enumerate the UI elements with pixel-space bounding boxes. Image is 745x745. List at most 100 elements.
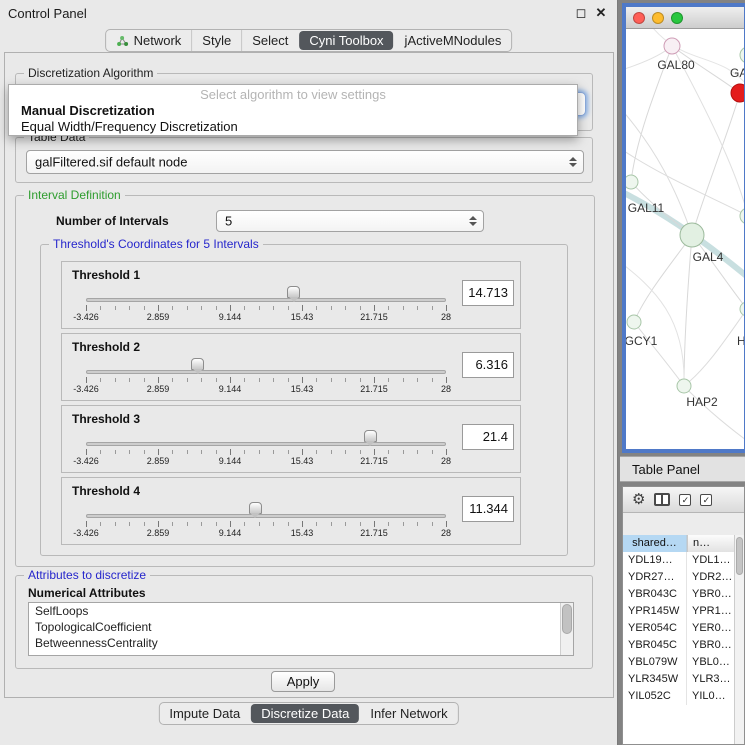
slider-tick <box>100 306 101 310</box>
table-row[interactable]: YBR043CYBR0… <box>623 586 734 603</box>
tab-style[interactable]: Style <box>191 30 241 51</box>
minimize-traffic-light-icon[interactable] <box>652 12 664 24</box>
slider-track[interactable] <box>86 514 446 518</box>
table-row[interactable]: YDR27…YDR2… <box>623 569 734 586</box>
attribute-item-topologicalcoefficient[interactable]: TopologicalCoefficient <box>29 619 559 635</box>
table-columns-icon[interactable] <box>654 493 670 506</box>
checkbox-icon[interactable]: ✓ <box>679 494 691 506</box>
tab-network[interactable]: Network <box>106 30 192 51</box>
attributes-list[interactable]: SelfLoopsTopologicalCoefficientBetweenne… <box>28 602 574 656</box>
network-node-gal11[interactable] <box>626 175 638 189</box>
network-edge[interactable] <box>634 235 692 322</box>
slider-track[interactable] <box>86 370 446 374</box>
slider-tick <box>230 449 231 455</box>
threshold-value-field[interactable]: 11.344 <box>462 496 514 522</box>
network-node-hap2[interactable] <box>677 379 691 393</box>
network-node[interactable] <box>740 208 744 224</box>
cell-shared-name: YBR045C <box>623 637 687 654</box>
gear-icon[interactable]: ⚙ <box>632 492 645 507</box>
network-node-gal4[interactable] <box>680 223 704 247</box>
algorithm-option-equal-width-frequency-discretization[interactable]: Equal Width/Frequency Discretization <box>9 118 577 134</box>
control-panel-titlebar[interactable]: Control Panel ◻ ✕ <box>0 0 617 26</box>
threshold-value-field[interactable]: 14.713 <box>462 280 514 306</box>
slider-tick-label: -3.426 <box>73 456 99 466</box>
list-scrollbar[interactable] <box>560 603 573 655</box>
slider-tick <box>403 522 404 526</box>
list-scrollbar-thumb[interactable] <box>562 604 572 634</box>
network-node[interactable] <box>740 302 744 316</box>
table-row[interactable]: YBR045CYBR0… <box>623 637 734 654</box>
slider-thumb[interactable] <box>287 286 300 298</box>
zoom-traffic-light-icon[interactable] <box>671 12 683 24</box>
tab-discretize-data[interactable]: Discretize Data <box>251 704 359 723</box>
slider-tick-label: 15.43 <box>291 384 314 394</box>
apply-button[interactable]: Apply <box>271 671 335 692</box>
table-row[interactable]: YIL052CYIL0… <box>623 688 734 705</box>
network-node-ga[interactable] <box>740 47 744 63</box>
window-title: Control Panel <box>8 6 87 21</box>
tab-label: Style <box>202 33 231 48</box>
table-row[interactable]: YER054CYER0… <box>623 620 734 637</box>
table-row[interactable]: YPR145WYPR1… <box>623 603 734 620</box>
table-row[interactable]: YBL079WYBL0… <box>623 654 734 671</box>
table-scrollbar[interactable] <box>734 535 744 744</box>
table-row[interactable]: YDL19…YDL1… <box>623 552 734 569</box>
network-canvas[interactable]: GAL80GAGAL11GAL4GCY1HHAP2 <box>626 29 744 449</box>
slider-tick <box>273 306 274 310</box>
table-data-group: Table Data galFiltered.sif default node <box>15 137 593 183</box>
network-node-gcy1[interactable] <box>627 315 641 329</box>
algorithm-option-manual-discretization[interactable]: Manual Discretization <box>9 102 577 118</box>
tab-impute-data[interactable]: Impute Data <box>159 703 250 724</box>
cell-name: YBR0… <box>687 637 734 654</box>
network-edge[interactable] <box>684 235 692 386</box>
threshold-value-field[interactable]: 21.4 <box>462 424 514 450</box>
attribute-item-selfloops[interactable]: SelfLoops <box>29 603 559 619</box>
tab-select[interactable]: Select <box>241 30 298 51</box>
threshold-value-field[interactable]: 6.316 <box>462 352 514 378</box>
slider-tick <box>316 306 317 310</box>
slider-tick <box>230 377 231 383</box>
tab-cyni-toolbox[interactable]: Cyni Toolbox <box>299 31 393 50</box>
number-of-intervals-value: 5 <box>225 214 232 229</box>
close-traffic-light-icon[interactable] <box>633 12 645 24</box>
slider-track[interactable] <box>86 298 446 302</box>
number-of-intervals-spinner[interactable]: 5 <box>216 210 484 232</box>
slider-tick-label: 9.144 <box>219 528 242 538</box>
slider-tick <box>100 522 101 526</box>
float-window-icon[interactable]: ◻ <box>573 5 589 21</box>
slider-tick <box>273 522 274 526</box>
table-data-combo[interactable]: galFiltered.sif default node <box>26 150 584 174</box>
slider-tick <box>86 305 87 311</box>
interval-definition-group-title: Interval Definition <box>24 188 125 202</box>
slider-thumb[interactable] <box>191 358 204 370</box>
network-edge[interactable] <box>684 309 744 386</box>
table-scrollbar-thumb[interactable] <box>736 537 743 575</box>
slider-tick <box>331 450 332 454</box>
thresholds-group: Threshold's Coordinates for 5 Intervals … <box>40 244 568 556</box>
slider-tick <box>302 305 303 311</box>
slider-tick <box>172 450 173 454</box>
tab-jactivemnodules[interactable]: jActiveMNodules <box>395 30 512 51</box>
cell-shared-name: YBR043C <box>623 586 687 603</box>
slider-tick <box>316 522 317 526</box>
network-edge[interactable] <box>692 235 744 309</box>
close-window-icon[interactable]: ✕ <box>593 5 609 21</box>
attribute-item-betweennesscentrality[interactable]: BetweennessCentrality <box>29 635 559 651</box>
attributes-group: Attributes to discretize Numerical Attri… <box>15 575 593 669</box>
control-panel-window: Control Panel ◻ ✕ Network Style SelectCyni… <box>0 0 618 745</box>
column-header-shared-name[interactable]: shared… <box>623 535 687 552</box>
network-node[interactable] <box>731 84 744 102</box>
network-titlebar[interactable] <box>626 7 744 29</box>
slider-tick <box>403 306 404 310</box>
table-row[interactable]: YLR345WYLR3… <box>623 671 734 688</box>
slider-tick-label: 9.144 <box>219 456 242 466</box>
slider-tick <box>360 378 361 382</box>
slider-tick <box>216 450 217 454</box>
network-node-gal80[interactable] <box>664 38 680 54</box>
checkbox-icon[interactable]: ✓ <box>700 494 712 506</box>
slider-track[interactable] <box>86 442 446 446</box>
network-edge[interactable] <box>692 93 740 235</box>
slider-thumb[interactable] <box>249 502 262 514</box>
tab-infer-network[interactable]: Infer Network <box>360 703 457 724</box>
slider-thumb[interactable] <box>364 430 377 442</box>
